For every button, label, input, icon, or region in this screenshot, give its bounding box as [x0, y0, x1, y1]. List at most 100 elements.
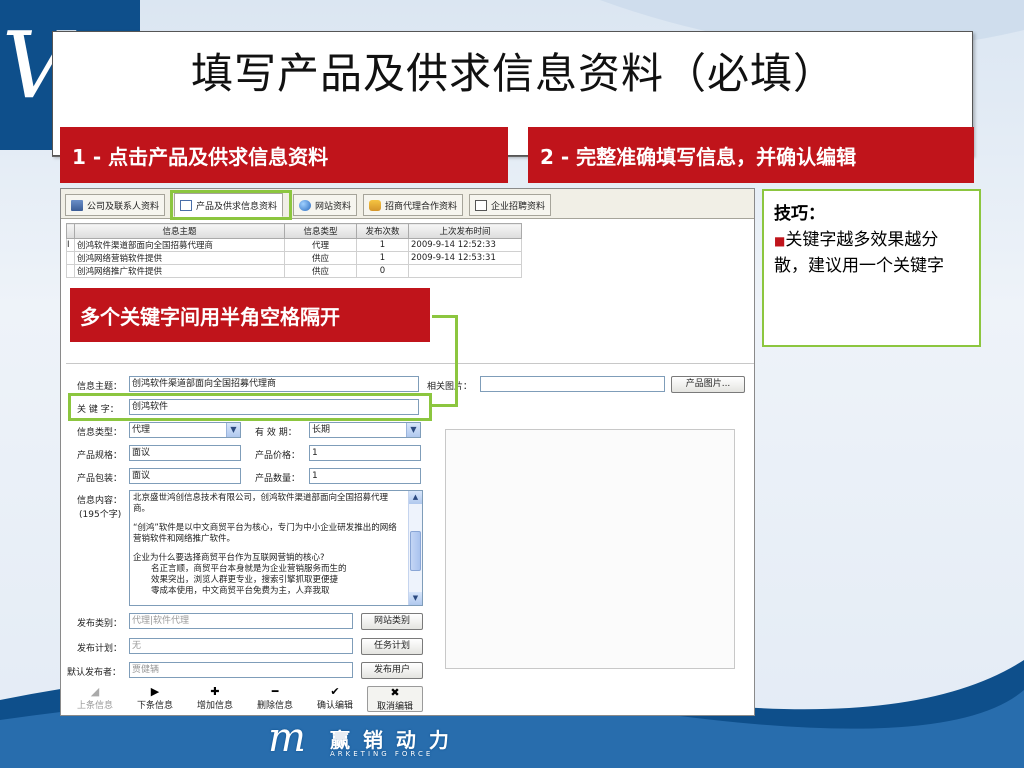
grid-cell: 代理: [284, 238, 357, 252]
cancel-edit-button[interactable]: ✖ 取消编辑: [367, 686, 423, 712]
footer-logo-mark: m: [268, 715, 306, 761]
package-label: 产品包装：: [77, 474, 123, 484]
plan-input[interactable]: 无: [129, 638, 353, 654]
prev-icon: ◢: [90, 685, 100, 698]
tab-recruitment[interactable]: 企业招聘资料: [469, 194, 552, 216]
qty-label: 产品数量：: [255, 474, 301, 484]
spec-input[interactable]: 面议: [129, 445, 241, 461]
footer-logo-en: ARKETING FORCE: [330, 750, 434, 758]
tip-box: 技巧： ■关键字越多效果越分散，建议用一个关键字: [762, 189, 981, 347]
confirm-edit-button[interactable]: ✔ 确认编辑: [307, 686, 363, 712]
tab-label: 企业招聘资料: [491, 201, 546, 212]
image-label: 相关图片：: [427, 382, 473, 392]
content-paragraph: 名正言顺，商贸平台本身就是为企业营销服务而生的: [151, 564, 347, 574]
grid-header-type[interactable]: 信息类型: [284, 223, 357, 239]
prev-record-button[interactable]: ◢ 上条信息: [67, 686, 123, 712]
scroll-down-icon[interactable]: ▼: [409, 592, 422, 605]
tip-text: 关键字越多效果越分散，建议用一个关键字: [774, 230, 944, 276]
content-paragraph: 效果突出，浏览人群更专业，搜索引擎抓取更便捷: [151, 575, 339, 585]
type-label: 信息类型：: [77, 428, 123, 438]
grid-cell: 供应: [284, 251, 357, 265]
grid-cell: 创鸿网络推广软件提供: [74, 264, 285, 278]
qty-input[interactable]: 1: [309, 468, 421, 484]
chevron-down-icon[interactable]: ▼: [406, 423, 420, 437]
tab-label: 招商代理合作资料: [385, 201, 458, 212]
content-label: 信息内容：: [77, 496, 123, 506]
category-input[interactable]: 代理|软件代理: [129, 613, 353, 629]
play-icon: ▶: [150, 685, 160, 698]
tabs-bar: 公司及联系人资料 产品及供求信息资料 网站资料 招商代理合作资料 企业招聘资料: [61, 189, 754, 219]
product-image-button[interactable]: 产品图片...: [671, 376, 745, 393]
content-paragraph: 北京盛世鸿创信息技术有限公司，创鸿软件渠道部面向全国招募代理商。: [133, 493, 389, 514]
chevron-down-icon[interactable]: ▼: [226, 423, 240, 437]
grid-cell: 1: [356, 251, 409, 265]
tip-title: 技巧：: [774, 204, 825, 224]
grid-corner: [66, 223, 75, 239]
handshake-icon: [369, 199, 381, 211]
type-select-value: 代理: [132, 425, 151, 435]
slide-title: 填写产品及供求信息资料（必填）: [190, 49, 836, 98]
category-label: 发布类别：: [77, 619, 123, 629]
minus-icon: ━: [271, 685, 279, 698]
next-record-button[interactable]: ▶ 下条信息: [127, 686, 183, 712]
grid-cell: 2009-9-14 12:53:31: [408, 251, 522, 265]
footer-logo: m 赢 销 动 力 ARKETING FORCE: [268, 718, 468, 766]
validity-select[interactable]: 长期 ▼: [309, 422, 421, 438]
tab-website[interactable]: 网站资料: [293, 194, 358, 216]
tab-label: 公司及联系人资料: [87, 201, 160, 212]
card-icon: [71, 199, 83, 211]
close-icon: ✖: [390, 686, 400, 699]
content-paragraph: 企业为什么要选择商贸平台作为互联网营销的核心?: [133, 553, 325, 563]
tab-agency[interactable]: 招商代理合作资料: [363, 194, 464, 216]
task-plan-button[interactable]: 任务计划: [361, 638, 423, 655]
add-label: 增加信息: [196, 701, 233, 711]
callout-line-bottom: [432, 404, 458, 407]
table-row[interactable]: 创鸿网络营销软件提供 供应 1 2009-9-14 12:53:31: [66, 251, 522, 265]
grid-header-subject[interactable]: 信息主题: [74, 223, 285, 239]
table-row[interactable]: 创鸿网络推广软件提供 供应 0: [66, 264, 522, 278]
table-row[interactable]: I 创鸿软件渠道部面向全国招募代理商 代理 1 2009-9-14 12:52:…: [66, 238, 522, 252]
keyword-note-banner: 多个关键字间用半角空格隔开: [70, 288, 430, 342]
content-textarea[interactable]: 北京盛世鸿创信息技术有限公司，创鸿软件渠道部面向全国招募代理商。 “创鸿”软件是…: [129, 490, 423, 606]
delete-record-button[interactable]: ━ 删除信息: [247, 686, 303, 712]
tab-highlight-box: [170, 190, 292, 220]
app-window: 公司及联系人资料 产品及供求信息资料 网站资料 招商代理合作资料 企业招聘资料 …: [60, 188, 755, 716]
check-icon: ✔: [330, 685, 340, 698]
site-category-button[interactable]: 网站类别: [361, 613, 423, 630]
info-grid: 信息主题 信息类型 发布次数 上次发布时间 I 创鸿软件渠道部面向全国招募代理商…: [66, 223, 522, 278]
grid-header-count[interactable]: 发布次数: [356, 223, 409, 239]
scroll-thumb[interactable]: [410, 531, 421, 571]
row-cursor: I: [66, 238, 75, 252]
prev-label: 上条信息: [76, 701, 113, 711]
grid-cell: [408, 264, 522, 278]
publisher-label: 默认发布者：: [67, 668, 122, 678]
content-paragraph: “创鸿”软件是以中文商贸平台为核心，专门为中小企业研发推出的网络营销软件和网络推…: [133, 523, 397, 544]
tab-company-contact[interactable]: 公司及联系人资料: [65, 194, 166, 216]
add-record-button[interactable]: ✚ 增加信息: [187, 686, 243, 712]
grid-header-time[interactable]: 上次发布时间: [408, 223, 522, 239]
image-input[interactable]: [480, 376, 665, 392]
next-label: 下条信息: [136, 701, 173, 711]
content-count: (195个字): [79, 510, 122, 520]
validity-label: 有 效 期：: [255, 428, 297, 438]
content-scrollbar[interactable]: ▲ ▼: [408, 491, 422, 605]
plus-icon: ✚: [210, 685, 220, 698]
subject-input[interactable]: 创鸿软件渠道部面向全国招募代理商: [129, 376, 419, 392]
grid-divider: [66, 363, 754, 364]
tab-label: 网站资料: [315, 201, 352, 212]
tip-bullet: ■: [774, 234, 786, 248]
scroll-up-icon[interactable]: ▲: [409, 491, 422, 504]
validity-select-value: 长期: [312, 425, 331, 435]
plan-label: 发布计划：: [77, 644, 123, 654]
type-select[interactable]: 代理 ▼: [129, 422, 241, 438]
globe-icon: [299, 199, 311, 211]
content-paragraph: 零成本使用，中文商贸平台免费为主，人弃我取: [151, 586, 330, 596]
subject-label: 信息主题：: [77, 382, 123, 392]
grid-cell: 1: [356, 238, 409, 252]
publisher-input[interactable]: 贾健辆: [129, 662, 353, 678]
grid-cell: 0: [356, 264, 409, 278]
package-input[interactable]: 面议: [129, 468, 241, 484]
publisher-user-button[interactable]: 发布用户: [361, 662, 423, 679]
price-input[interactable]: 1: [309, 445, 421, 461]
cancel-label: 取消编辑: [376, 702, 413, 712]
